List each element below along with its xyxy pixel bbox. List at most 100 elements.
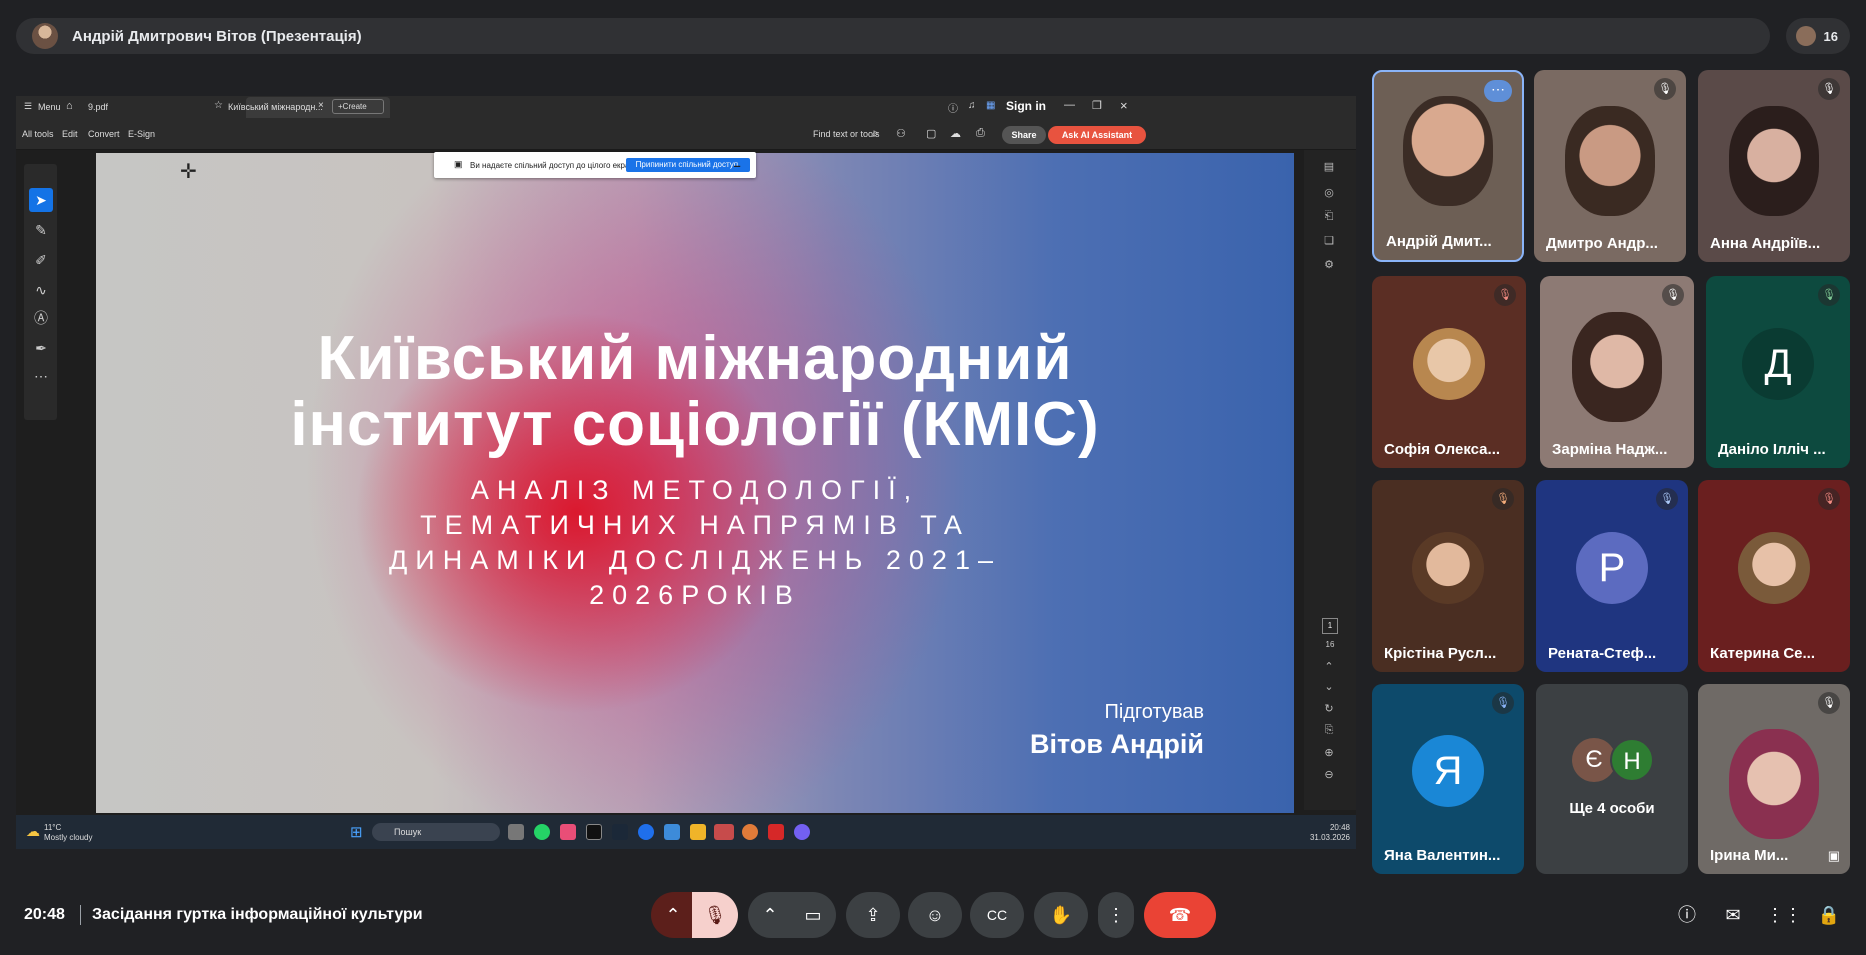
save-icon[interactable]: ▢	[926, 127, 936, 140]
create-button[interactable]: + Create	[332, 99, 384, 114]
acrobat-icon[interactable]	[768, 824, 784, 840]
task-view-icon[interactable]	[508, 824, 524, 840]
find-tools-field[interactable]: Find text or tools	[813, 129, 880, 139]
esign-tab[interactable]: E-Sign	[128, 129, 155, 139]
audio-options-button[interactable]: ⌃	[651, 892, 695, 938]
tab-file[interactable]: 9.pdf	[88, 102, 108, 112]
participant-tile-others[interactable]: Є Н Ще 4 особи	[1536, 684, 1688, 874]
taskbar-clock[interactable]: 20:48 31.03.2026	[1300, 823, 1350, 843]
activities-icon[interactable]: ⋮⋮	[1766, 900, 1802, 930]
menu-label[interactable]: Menu	[38, 102, 61, 112]
close-tab-icon[interactable]: ×	[318, 100, 324, 111]
participant-tile-12[interactable]: 🎙 ▣ Ірина Ми...	[1698, 684, 1850, 874]
participant-tile-1[interactable]: ⋯ Андрій Дмит...	[1372, 70, 1524, 262]
participant-tile-2[interactable]: 🎙 Дмитро Андр...	[1534, 70, 1686, 262]
page-number-box[interactable]: 1	[1322, 618, 1338, 634]
taskbar-search[interactable]: Пошук	[372, 823, 500, 841]
comments-panel-icon[interactable]: ◎	[1319, 186, 1339, 202]
whatsapp-icon[interactable]	[534, 824, 550, 840]
share-button[interactable]: Share	[1002, 126, 1046, 144]
host-controls-icon[interactable]: 🔒	[1814, 900, 1844, 930]
page-up-icon[interactable]: ⌃	[1319, 660, 1339, 676]
comment-tool-icon[interactable]: ✎	[29, 218, 53, 242]
participant-tile-9[interactable]: 🎙 Катерина Се...	[1698, 480, 1850, 672]
leave-call-button[interactable]: ☎	[1144, 892, 1216, 938]
maximize-icon[interactable]: ❐	[1092, 99, 1102, 112]
participant-tile-6[interactable]: Д 🎙 Даніло Ілліч ...	[1706, 276, 1850, 468]
chevron-up-icon: ⌃	[665, 905, 681, 925]
participant-tile-10[interactable]: Я 🎙 Яна Валентин...	[1372, 684, 1524, 874]
pages-icon[interactable]: ❏	[1319, 234, 1339, 250]
upload-icon[interactable]: ☁	[950, 127, 961, 140]
chat-icon[interactable]: ✉	[1718, 900, 1748, 930]
reactions-button[interactable]: ☺	[908, 892, 962, 938]
select-tool-icon[interactable]: ➤	[29, 188, 53, 212]
bell-icon[interactable]: ♫	[968, 100, 976, 111]
rotate-icon[interactable]: ↻	[1319, 702, 1339, 718]
banner-minimize-icon[interactable]: ▁	[734, 158, 740, 167]
participant-tile-7[interactable]: 🎙 Крістіна Русл...	[1372, 480, 1524, 672]
epic-games-icon[interactable]	[586, 824, 602, 840]
text-tool-icon[interactable]: Ⓐ	[29, 306, 53, 330]
menu-icon[interactable]: ☰	[24, 101, 32, 112]
video-options-button[interactable]: ⌃	[748, 892, 792, 938]
store-icon[interactable]	[664, 824, 680, 840]
minimize-icon[interactable]: —	[1064, 99, 1075, 111]
captions-button[interactable]: CC	[970, 892, 1024, 938]
bookmark-icon[interactable]: ⎗	[1319, 210, 1339, 226]
edge-icon[interactable]	[638, 824, 654, 840]
camera-button[interactable]: ▭	[790, 892, 836, 938]
close-icon[interactable]: ×	[1120, 98, 1128, 113]
attachments-icon[interactable]: ⚙	[1319, 258, 1339, 274]
chrome-icon[interactable]	[714, 824, 734, 840]
print-icon[interactable]: ⎙	[976, 127, 985, 140]
page-down-icon[interactable]: ⌄	[1319, 680, 1339, 696]
shared-screen: ☰ Menu ⌂ 9.pdf ☆ Київський міжнародн... …	[16, 96, 1356, 849]
compare-icon[interactable]: ⚇	[896, 127, 906, 140]
file-explorer-icon[interactable]	[690, 824, 706, 840]
participants-button[interactable]: 16	[1786, 18, 1850, 54]
extract-icon[interactable]: ⎘	[1319, 724, 1339, 740]
draw-tool-icon[interactable]: ∿	[29, 278, 53, 302]
stop-sharing-button[interactable]: Припинити спільний доступ.	[626, 158, 750, 172]
viber-icon[interactable]	[794, 824, 810, 840]
all-tools-tab[interactable]: All tools	[22, 129, 54, 139]
tab-active-label[interactable]: Київський міжнародн...	[228, 102, 323, 112]
presenter-title: Андрій Дмитрович Вітов (Презентація)	[72, 27, 362, 45]
star-icon[interactable]: ☆	[214, 100, 223, 111]
apps-grid-icon[interactable]: ▦	[986, 100, 995, 111]
mic-muted-icon: 🎙	[1818, 488, 1840, 510]
participant-avatar-stack	[1796, 26, 1816, 46]
highlight-tool-icon[interactable]: ✐	[29, 248, 53, 272]
steam-icon[interactable]	[612, 824, 628, 840]
sign-tool-icon[interactable]: ✒	[29, 336, 53, 360]
participant-avatar	[1412, 532, 1484, 604]
participant-video	[1572, 312, 1662, 422]
search-icon[interactable]: ⌕	[872, 126, 879, 141]
home-icon[interactable]: ⌂	[66, 100, 73, 112]
meeting-info-icon[interactable]: ⓘ	[1672, 900, 1702, 930]
taskbar-time: 20:48	[1329, 823, 1350, 832]
participant-tile-4[interactable]: 🎙 Софія Олекса...	[1372, 276, 1526, 468]
sign-in-button[interactable]: Sign in	[1006, 99, 1046, 113]
help-icon[interactable]: ⓘ	[948, 100, 958, 115]
zoom-out-icon[interactable]: ⊖	[1319, 768, 1339, 784]
more-tools-icon[interactable]: ⋯	[29, 364, 53, 388]
present-screen-button[interactable]: ⇪	[846, 892, 900, 938]
app-icon-10[interactable]	[742, 824, 758, 840]
participant-tile-5[interactable]: 🎙 Зарміна Надж...	[1540, 276, 1694, 468]
sidebar-tool-icon[interactable]: ▤	[1319, 160, 1339, 176]
weather-widget[interactable]: 11°C Mostly cloudy	[44, 823, 92, 843]
more-options-icon[interactable]: ⋯	[1484, 80, 1512, 102]
participant-tile-3[interactable]: 🎙 Анна Андріїв...	[1698, 70, 1850, 262]
zoom-in-icon[interactable]: ⊕	[1319, 746, 1339, 762]
raise-hand-button[interactable]: ✋	[1034, 892, 1088, 938]
convert-tab[interactable]: Convert	[88, 129, 120, 139]
participant-tile-8[interactable]: Р 🎙 Рената-Стеф...	[1536, 480, 1688, 672]
app-icon-3[interactable]	[560, 824, 576, 840]
microphone-button[interactable]: 🎙	[692, 892, 738, 938]
ask-ai-button[interactable]: Ask AI Assistant	[1048, 126, 1146, 144]
edit-tab[interactable]: Edit	[62, 129, 78, 139]
more-options-button[interactable]: ⋮	[1098, 892, 1134, 938]
windows-start-icon[interactable]: ⊞	[350, 823, 363, 841]
